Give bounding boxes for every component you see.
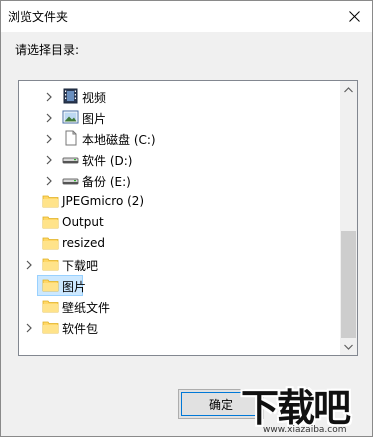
folder-tree[interactable]: 视频 图片 本地磁盘 (C:) 软件 (D:) 备份 (E:) JPEGmicro (2)…: [18, 80, 358, 356]
drive-icon: [62, 151, 79, 167]
tree-item[interactable]: 软件包: [19, 317, 341, 338]
watermark-url: www.xiazaiba.com: [263, 425, 347, 435]
tree-item[interactable]: 壁纸文件: [19, 296, 341, 317]
tree-item[interactable]: 下载吧: [19, 254, 341, 275]
chevron-right-icon[interactable]: [44, 154, 54, 165]
folder-tree-list: 视频 图片 本地磁盘 (C:) 软件 (D:) 备份 (E:) JPEGmicro (2)…: [19, 81, 341, 355]
chevron-up-icon: [344, 86, 353, 92]
watermark-main: 下载吧: [241, 386, 351, 430]
scroll-down-button[interactable]: [340, 338, 357, 355]
tree-item[interactable]: 备份 (E:): [19, 170, 341, 191]
close-icon: [348, 11, 360, 22]
scroll-up-button[interactable]: [340, 81, 357, 98]
tree-item[interactable]: 视频: [19, 86, 341, 107]
tree-item-label: 视频: [82, 91, 107, 105]
browse-folder-dialog: 浏览文件夹 请选择目录: 视频 图片 本地磁盘 (C:) 软件 (D:) 备份 (E:)…: [0, 0, 373, 437]
chevron-down-icon: [344, 344, 353, 350]
tree-item[interactable]: JPEGmicro (2): [19, 191, 341, 212]
drive-c-icon: [62, 130, 79, 146]
folder-icon: [42, 214, 59, 230]
tree-item-label: Output: [62, 215, 104, 229]
watermark-logo: 下载吧 www.xiazaiba.com: [241, 377, 373, 437]
close-button[interactable]: [336, 1, 372, 32]
tree-item-label: 下载吧: [62, 259, 99, 273]
tree-item[interactable]: 软件 (D:): [19, 149, 341, 170]
tree-item[interactable]: 图片: [19, 275, 341, 296]
tree-item-label: 图片: [62, 280, 87, 294]
tree-item[interactable]: resized: [19, 233, 341, 254]
scrollbar-thumb[interactable]: [341, 231, 356, 338]
video-folder-icon: [62, 88, 79, 104]
tree-item[interactable]: Output: [19, 212, 341, 233]
tree-item-label: 备份 (E:): [82, 175, 131, 189]
tree-item-label: 软件包: [62, 322, 99, 336]
pictures-folder-icon: [62, 109, 79, 125]
folder-icon: [42, 193, 59, 209]
chevron-right-icon[interactable]: [24, 322, 34, 333]
tree-item-label: 本地磁盘 (C:): [82, 133, 156, 147]
chevron-right-icon[interactable]: [44, 91, 54, 102]
chevron-right-icon[interactable]: [44, 175, 54, 186]
chevron-right-icon[interactable]: [24, 259, 34, 270]
tree-item-label: JPEGmicro (2): [62, 194, 145, 208]
window-title: 浏览文件夹: [8, 10, 69, 24]
tree-item-label: 壁纸文件: [62, 301, 111, 315]
tree-item-label: 软件 (D:): [82, 154, 133, 168]
folder-icon: [42, 235, 59, 251]
tree-item[interactable]: 图片: [19, 107, 341, 128]
prompt-label: 请选择目录:: [15, 43, 80, 57]
tree-item-label: 图片: [82, 112, 107, 126]
chevron-right-icon[interactable]: [44, 112, 54, 123]
drive-icon: [62, 172, 79, 188]
chevron-right-icon[interactable]: [44, 133, 54, 144]
tree-item[interactable]: 本地磁盘 (C:): [19, 128, 341, 149]
vertical-scrollbar[interactable]: [340, 81, 357, 355]
folder-icon: [42, 277, 59, 293]
folder-icon: [42, 319, 59, 335]
title-bar: 浏览文件夹: [1, 1, 372, 32]
folder-icon: [42, 256, 59, 272]
folder-icon: [42, 298, 59, 314]
tree-item-label: resized: [62, 236, 105, 250]
